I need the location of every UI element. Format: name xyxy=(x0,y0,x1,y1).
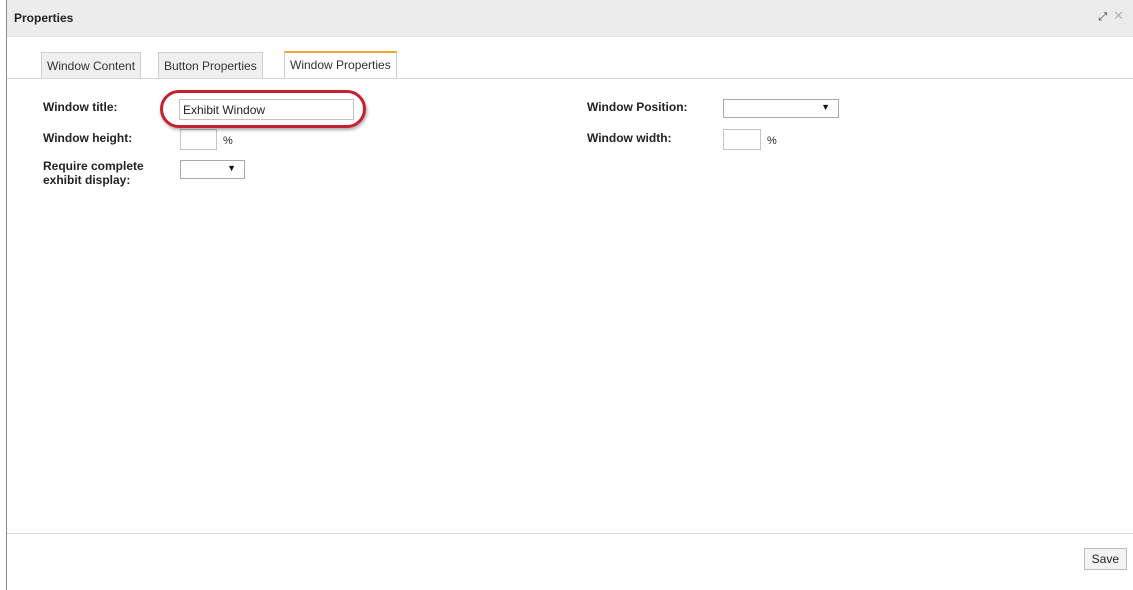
require-complete-select[interactable]: ▼ xyxy=(180,160,245,179)
tab-button-properties[interactable]: Button Properties xyxy=(158,52,263,78)
expand-icon[interactable]: ⤢ xyxy=(1098,10,1107,24)
footer-divider xyxy=(7,533,1133,534)
tab-label: Window Content xyxy=(47,59,136,73)
require-complete-label-line2: exhibit display: xyxy=(43,173,131,187)
window-position-label: Window Position: xyxy=(587,100,688,114)
tab-label: Window Properties xyxy=(290,58,391,72)
properties-dialog: Properties ⤢ ✕ Window Content Button Pro… xyxy=(6,0,1133,590)
window-position-select[interactable]: ▼ xyxy=(723,99,839,118)
dialog-title: Properties xyxy=(14,11,74,25)
save-button[interactable]: Save xyxy=(1083,548,1127,570)
window-height-unit: % xyxy=(223,135,233,147)
window-width-label: Window width: xyxy=(587,131,672,145)
tab-bar: Window Content Button Properties Window … xyxy=(7,37,1133,79)
window-width-unit: % xyxy=(767,135,777,147)
window-height-input[interactable] xyxy=(180,129,217,150)
tab-window-properties[interactable]: Window Properties xyxy=(284,51,397,78)
window-width-input[interactable] xyxy=(723,129,761,150)
dialog-titlebar: Properties ⤢ ✕ xyxy=(7,0,1133,37)
dropdown-arrow-icon: ▼ xyxy=(227,163,236,173)
window-title-input[interactable] xyxy=(179,99,354,120)
require-complete-label-line1: Require complete xyxy=(43,159,144,173)
close-icon[interactable]: ✕ xyxy=(1113,9,1124,23)
tab-label: Button Properties xyxy=(164,59,257,73)
window-height-label: Window height: xyxy=(43,131,133,145)
window-title-label: Window title: xyxy=(43,100,118,114)
tab-window-content[interactable]: Window Content xyxy=(41,52,142,78)
dropdown-arrow-icon: ▼ xyxy=(821,102,830,112)
